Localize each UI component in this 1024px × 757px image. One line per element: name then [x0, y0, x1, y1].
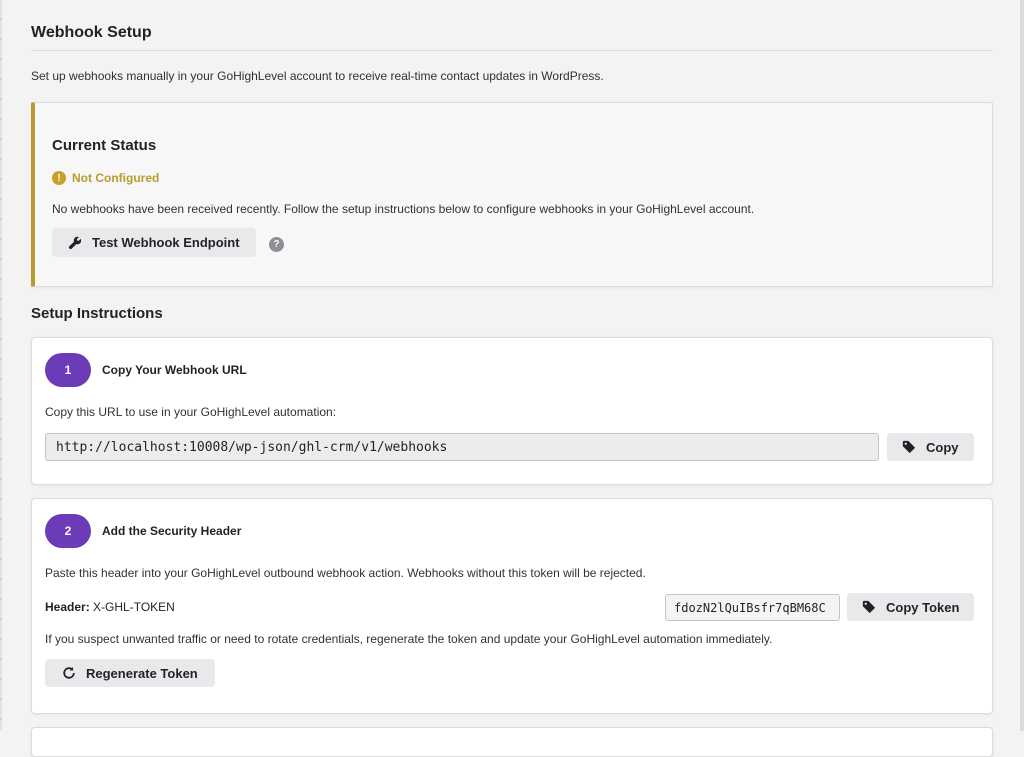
- token-field[interactable]: [665, 594, 840, 621]
- copy-token-button[interactable]: Copy Token: [847, 593, 975, 621]
- tag-icon: [902, 440, 916, 454]
- title-divider: [31, 50, 993, 51]
- header-label: Header: X-GHL-TOKEN: [45, 600, 175, 614]
- left-edge: [0, 0, 2, 731]
- step-title: Copy Your Webhook URL: [102, 363, 247, 377]
- page-title: Webhook Setup: [31, 24, 152, 41]
- step-card-next: [31, 727, 993, 757]
- step-card-security-header: 2 Add the Security Header Paste this hea…: [31, 498, 993, 714]
- tag-icon: [862, 600, 876, 614]
- wrench-icon: [68, 236, 82, 249]
- status-title: Current Status: [52, 137, 157, 154]
- help-icon[interactable]: ?: [269, 237, 284, 252]
- step-number-badge: 2: [45, 514, 91, 548]
- page-description: Set up webhooks manually in your GoHighL…: [31, 69, 604, 83]
- step-card-copy-url: 1 Copy Your Webhook URL Copy this URL to…: [31, 337, 993, 485]
- test-webhook-endpoint-button[interactable]: Test Webhook Endpoint: [52, 228, 256, 257]
- status-badge: ! Not Configured: [52, 171, 159, 185]
- status-badge-label: Not Configured: [72, 171, 160, 185]
- scrollbar-track[interactable]: [1020, 0, 1024, 731]
- copy-token-label: Copy Token: [886, 599, 960, 615]
- rotate-token-text: If you suspect unwanted traffic or need …: [45, 632, 773, 646]
- step-title: Add the Security Header: [102, 524, 242, 538]
- copy-url-button[interactable]: Copy: [887, 433, 974, 461]
- regenerate-token-button[interactable]: Regenerate Token: [45, 659, 215, 687]
- webhook-url-field[interactable]: [45, 433, 879, 461]
- step-instructions: Copy this URL to use in your GoHighLevel…: [45, 405, 337, 419]
- current-status-card: Current Status ! Not Configured No webho…: [31, 102, 993, 287]
- header-name: X-GHL-TOKEN: [93, 600, 175, 614]
- header-label-prefix: Header:: [45, 600, 90, 614]
- regenerate-token-label: Regenerate Token: [86, 665, 198, 681]
- step-number-badge: 1: [45, 353, 91, 387]
- step-instructions: Paste this header into your GoHighLevel …: [45, 566, 646, 580]
- setup-instructions-title: Setup Instructions: [31, 305, 163, 322]
- copy-url-label: Copy: [926, 439, 959, 455]
- test-webhook-endpoint-label: Test Webhook Endpoint: [92, 235, 240, 250]
- refresh-icon: [63, 667, 75, 679]
- warning-icon: !: [52, 171, 66, 185]
- status-description: No webhooks have been received recently.…: [52, 202, 755, 216]
